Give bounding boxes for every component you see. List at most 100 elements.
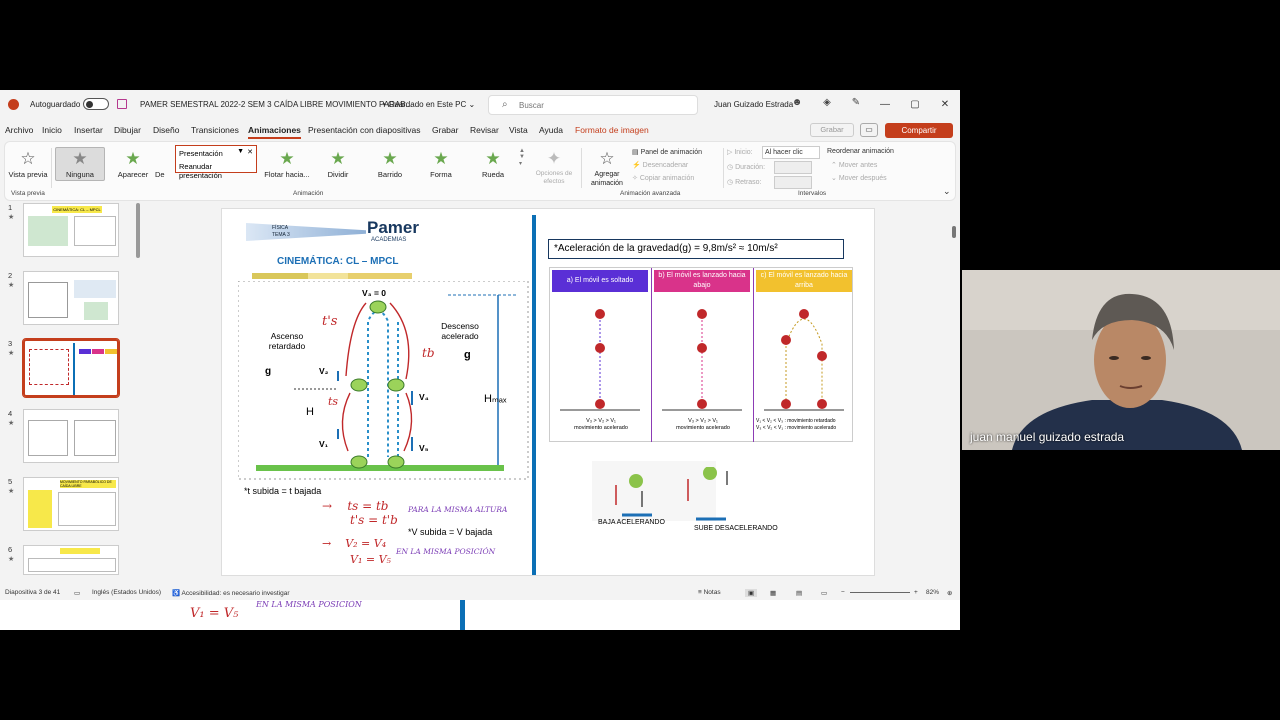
zoom-out-button[interactable]: −	[841, 589, 845, 596]
trigger-button[interactable]: ⚡ Desencadenar	[632, 161, 688, 169]
anim-aparecer-button[interactable]: ★ Aparecer	[109, 148, 157, 179]
slide-counter[interactable]: Diapositiva 3 de 41	[5, 589, 60, 596]
slideshow-view-icon[interactable]: ▭	[821, 589, 827, 597]
preview-button[interactable]: ☆ Vista previa	[5, 148, 51, 179]
star-icon: ★	[72, 149, 88, 168]
search-box[interactable]: ⌕	[488, 95, 698, 115]
language-status[interactable]: Inglés (Estados Unidos)	[92, 589, 161, 596]
popup-presentacion[interactable]: Presentación	[179, 149, 223, 158]
time-rule: *t subida = t bajada	[244, 486, 322, 496]
tab-archivo[interactable]: Archivo	[5, 125, 33, 135]
duration-field[interactable]	[774, 161, 812, 174]
thumb-image	[28, 420, 68, 456]
slide-thumbnail-6[interactable]	[23, 545, 119, 575]
anim-rueda-button[interactable]: ★ Rueda	[469, 148, 517, 179]
tab-animaciones[interactable]: Animaciones	[248, 125, 301, 139]
title-bar: Autoguardado PAMER SEMESTRAL 2022-2 SEM …	[0, 90, 960, 120]
canvas-scroll-thumb[interactable]	[952, 226, 956, 238]
collapse-ribbon-icon[interactable]: ⌄	[943, 186, 951, 197]
anim-label: Flotar hacia...	[264, 170, 310, 179]
effect-options-button[interactable]: ✦ Opciones de efectos	[529, 148, 579, 186]
tab-insertar[interactable]: Insertar	[74, 125, 103, 135]
move-earlier-button[interactable]: ⌃ Mover antes	[831, 161, 877, 169]
anim-forma-button[interactable]: ★ Forma	[417, 148, 465, 179]
tab-ayuda[interactable]: Ayuda	[539, 125, 563, 135]
lower-screen-area: V₁ = V₅ EN LA MISMA POSICIÓN	[0, 600, 960, 630]
share-button[interactable]: Compartir	[885, 123, 953, 138]
avatar-icon[interactable]: ☻	[790, 97, 804, 111]
tab-inicio[interactable]: Inicio	[42, 125, 62, 135]
diamond-icon[interactable]: ◈	[820, 97, 834, 111]
sorter-view-icon[interactable]: ▦	[770, 589, 776, 597]
slideshow-popup[interactable]: Presentación ▼ ✕ Reanudar presentación	[175, 145, 257, 180]
thumbnail-scrollbar[interactable]	[136, 203, 140, 258]
close-button[interactable]: ✕	[934, 95, 956, 115]
slide-thumbnail-3[interactable]	[22, 338, 120, 398]
autosave-toggle[interactable]	[83, 98, 109, 110]
document-title[interactable]: PAMER SEMESTRAL 2022-2 SEM 3 CAÍDA LIBRE…	[140, 100, 412, 109]
tab-vista[interactable]: Vista	[509, 125, 528, 135]
copy-animation-label: Copiar animación	[639, 175, 695, 182]
anim-barrido-button[interactable]: ★ Barrido	[366, 148, 414, 179]
ribbon-animaciones: ☆ Vista previa Vista previa ★ Ninguna ★ …	[4, 141, 956, 201]
hw-ts-prime: t's	[322, 314, 338, 329]
record-button[interactable]: Grabar	[810, 123, 854, 137]
add-animation-button[interactable]: ☆ Agregar animación	[585, 148, 629, 188]
add-animation-icon: ☆	[599, 149, 615, 168]
reading-view-icon[interactable]: ▤	[796, 589, 802, 597]
comments-icon[interactable]: ▭	[860, 123, 878, 137]
case-a-note: V₃ > V₂ > V₁ movimiento acelerado	[574, 418, 628, 431]
tab-formato-imagen[interactable]: Formato de imagen	[575, 125, 649, 135]
copy-animation-button[interactable]: ✧ Copiar animación	[632, 174, 694, 182]
accessibility-status[interactable]: ♿ Accesibilidad: es necesario investigar	[172, 589, 290, 597]
spellcheck-icon[interactable]: ▭	[74, 589, 80, 597]
hw-eq-v1v5-echo: V₁ = V₅	[190, 606, 239, 621]
maximize-button[interactable]: ▢	[904, 95, 926, 115]
search-input[interactable]	[519, 99, 689, 112]
anim-none-button[interactable]: ★ Ninguna	[55, 147, 105, 181]
tab-dibujar[interactable]: Dibujar	[114, 125, 141, 135]
star-icon: ★	[485, 149, 501, 168]
menu-bar: Archivo Inicio Insertar Dibujar Diseño T…	[0, 123, 960, 139]
hw-eq-ts-tb: → ts = tb	[322, 499, 389, 513]
delay-field[interactable]	[774, 176, 812, 189]
tab-diseno[interactable]: Diseño	[153, 125, 179, 135]
zoom-slider[interactable]	[850, 592, 910, 593]
notes-button[interactable]: ≡ Notas	[698, 589, 721, 596]
anim-flotar-button[interactable]: ★ Flotar hacia...	[261, 148, 313, 179]
canvas-scrollbar[interactable]	[950, 203, 958, 583]
fit-slide-icon[interactable]: ⊕	[947, 589, 952, 597]
tab-grabar[interactable]: Grabar	[432, 125, 458, 135]
tab-presentacion[interactable]: Presentación con diapositivas	[308, 125, 420, 135]
slide-canvas[interactable]: FÍSICA TEMA 3 Pamer ACADEMIAS CINEMÁTICA…	[221, 208, 875, 576]
zoom-in-button[interactable]: +	[914, 589, 918, 596]
pen-icon[interactable]: ✎	[849, 97, 863, 111]
slide-thumbnail-5[interactable]: MOVIMIENTO PARABÓLICO DE CAÍDA LIBRE	[23, 477, 119, 531]
tab-revisar[interactable]: Revisar	[470, 125, 499, 135]
save-status[interactable]: • Guardado en Este PC ⌄	[383, 100, 475, 109]
user-name[interactable]: Juan Guizado Estrada	[714, 100, 793, 109]
brand-logo: Pamer	[367, 218, 419, 237]
cases-diagram	[560, 309, 844, 411]
normal-view-icon[interactable]: ▣	[745, 589, 758, 597]
anim-label: Barrido	[377, 170, 403, 179]
slide-thumbnail-1[interactable]: CINEMÁTICA: CL – MPCL	[23, 203, 119, 257]
move-later-label: Mover después	[838, 175, 887, 182]
minimize-button[interactable]: —	[874, 95, 896, 115]
animation-panel-button[interactable]: ▤ Panel de animación	[632, 148, 702, 156]
tab-transiciones[interactable]: Transiciones	[191, 125, 239, 135]
slide-thumbnail-2[interactable]	[23, 271, 119, 325]
group-timing-label: Intervalos	[798, 190, 827, 197]
start-label: ▷ Inicio:	[727, 149, 753, 156]
zoom-level[interactable]: 82%	[926, 589, 939, 596]
move-later-button[interactable]: ⌄ Mover después	[831, 174, 887, 182]
popup-reanudar[interactable]: Reanudar presentación	[179, 162, 256, 180]
gallery-scroll-icon[interactable]: ▲ ▼ ▾	[519, 148, 525, 167]
popup-close-icon[interactable]: ✕	[247, 148, 253, 156]
slide-thumbnail-4[interactable]	[23, 409, 119, 463]
start-select[interactable]: Al hacer clic	[762, 146, 820, 159]
popup-dropdown-icon[interactable]: ▼	[237, 148, 244, 155]
brand-subtitle: ACADEMIAS	[371, 237, 407, 243]
anim-dividir-button[interactable]: ★ Dividir	[314, 148, 362, 179]
save-icon[interactable]	[117, 99, 127, 109]
